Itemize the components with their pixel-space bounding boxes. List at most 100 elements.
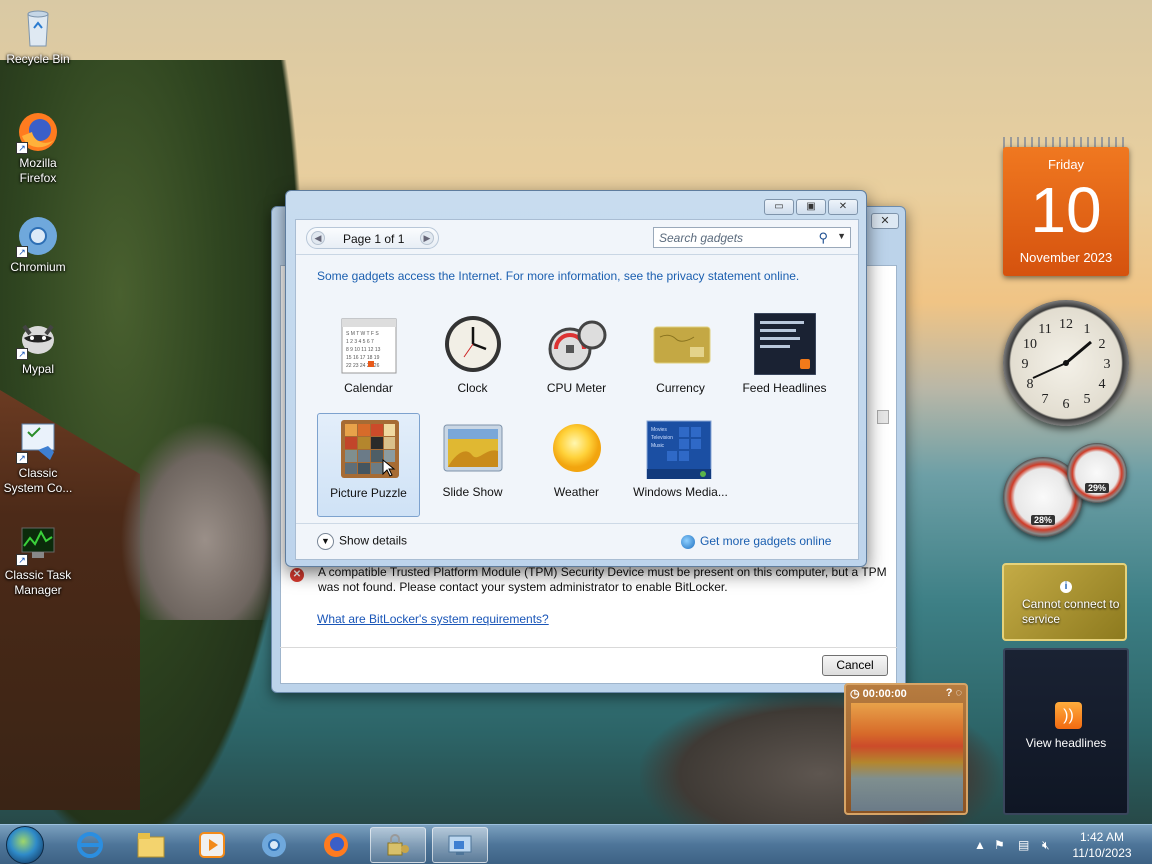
taskbar-internet-explorer[interactable] [62, 827, 118, 863]
desktop-icon-firefox[interactable]: ↗ Mozilla Firefox [2, 110, 74, 186]
rss-icon: )) [1055, 702, 1082, 729]
tray-clock[interactable]: 1:42 AM 11/10/2023 [1068, 829, 1136, 861]
gadget-cpu-meter[interactable]: CPU Meter [525, 309, 628, 413]
gadget-weather[interactable]: Weather [525, 413, 628, 517]
svg-text:22 23 24 25 26: 22 23 24 25 26 [346, 363, 380, 369]
calendar-weekday: Friday [1047, 157, 1085, 172]
calendar-day: 10 [1030, 174, 1102, 246]
get-more-gadgets-link[interactable]: Get more gadgets online [681, 534, 831, 549]
control-panel-icon: ↗ [16, 420, 60, 464]
currency-icon [650, 313, 712, 375]
chromium-icon: ↗ [16, 214, 60, 258]
memory-usage-dial: 29% [1067, 443, 1127, 503]
puzzle-tiles[interactable] [851, 703, 963, 811]
svg-text:1: 1 [1084, 322, 1091, 337]
network-icon[interactable]: ▤ [1018, 838, 1029, 852]
svg-text:3: 3 [1104, 357, 1111, 372]
desktop-icon-chromium[interactable]: ↗ Chromium [2, 214, 74, 275]
svg-text:6: 6 [1063, 397, 1070, 412]
gallery-content: ◀ Page 1 of 1 ▶ Search gadgets ⚲ ▼ Some … [295, 219, 859, 560]
desktop-icon-classic-system-control[interactable]: ↗ Classic System Co... [2, 420, 74, 496]
cancel-button[interactable]: Cancel [822, 655, 888, 676]
svg-text:Movies: Movies [651, 427, 667, 433]
media-player-icon [199, 832, 225, 858]
start-button[interactable] [6, 826, 44, 864]
divider [296, 523, 858, 524]
restore-button[interactable]: ▣ [796, 199, 826, 215]
puzzle-timer: ◷ 00:00:00 ? ◌ [850, 687, 962, 700]
desktop-icon-recycle-bin[interactable]: Recycle Bin [2, 6, 74, 67]
gadget-currency[interactable]: Currency [629, 309, 732, 413]
close-button[interactable]: ✕ [871, 213, 899, 229]
help-icon: ? ◌ [945, 687, 962, 699]
shortcut-arrow-icon: ↗ [16, 348, 28, 360]
internet-explorer-icon [77, 832, 103, 858]
cpu-meter-icon [546, 313, 608, 375]
clock-gadget[interactable]: 12 1 2 3 4 5 6 7 8 9 10 11 [1003, 300, 1129, 426]
gadget-clock[interactable]: Clock [421, 309, 524, 413]
firefox-icon [324, 833, 348, 857]
shortcut-arrow-icon: ↗ [16, 142, 28, 154]
privacy-notice[interactable]: Some gadgets access the Internet. For mo… [317, 269, 799, 283]
calendar-month-year: November 2023 [1019, 250, 1113, 265]
svg-text:11: 11 [1038, 322, 1051, 337]
gadget-slide-show[interactable]: Slide Show [421, 413, 524, 517]
shortcut-arrow-icon: ↗ [16, 452, 28, 464]
recycle-bin-icon [16, 6, 60, 50]
globe-icon [681, 534, 695, 549]
show-details-toggle[interactable]: ▼ Show details [317, 533, 407, 550]
svg-text:Music: Music [651, 443, 665, 449]
gadgets-icon [448, 835, 472, 855]
folder-icon [137, 833, 165, 858]
picture-puzzle-gadget[interactable]: ◷ 00:00:00 ? ◌ [844, 683, 968, 815]
svg-text:S M T W T F S: S M T W T F S [346, 331, 379, 337]
scrollbar-stub[interactable] [877, 410, 889, 424]
svg-text:8 9 10 11 12 13: 8 9 10 11 12 13 [346, 347, 381, 353]
taskbar-bitlocker[interactable] [370, 827, 426, 863]
info-icon: i [1060, 581, 1072, 593]
gadget-calendar[interactable]: S M T W T F S 1 2 3 4 5 6 7 8 9 10 11 12 1… [317, 309, 420, 413]
cpu-meter-gadget[interactable]: 28% 29% [1003, 443, 1129, 538]
next-page-button[interactable]: ▶ [420, 231, 434, 245]
currency-gadget[interactable]: i Cannot connect to service [1002, 563, 1127, 641]
volume-muted-icon[interactable]: 🔇︎ [1042, 838, 1050, 853]
chevron-down-icon: ▼ [317, 533, 334, 550]
wallpaper-rocks [120, 420, 290, 620]
taskbar-media-player[interactable] [184, 827, 240, 863]
gadget-windows-media-center[interactable]: Movies Television Music Windows Media... [629, 413, 732, 517]
svg-text:9: 9 [1022, 357, 1029, 372]
puzzle-icon [339, 418, 401, 480]
feed-headlines-gadget[interactable]: )) View headlines [1003, 648, 1129, 815]
show-hidden-icons-button[interactable]: ▲ [974, 838, 986, 852]
divider [280, 647, 897, 648]
desktop-icon-classic-task-manager[interactable]: ↗ Classic Task Manager [2, 522, 74, 598]
key-lock-icon [387, 834, 409, 856]
close-button[interactable]: ✕ [828, 199, 858, 215]
taskbar-chromium[interactable] [246, 827, 302, 863]
svg-text:4: 4 [1099, 377, 1106, 392]
gadget-picture-puzzle[interactable]: Picture Puzzle [317, 413, 420, 517]
raccoon-icon: ↗ [16, 316, 60, 360]
chromium-icon [262, 833, 286, 857]
search-icon[interactable]: ⚲ [818, 230, 828, 246]
taskbar-firefox[interactable] [308, 827, 364, 863]
svg-text:1 2 3 4 5 6 7: 1 2 3 4 5 6 7 [346, 339, 374, 345]
svg-text:7: 7 [1042, 392, 1049, 407]
search-gadgets-input[interactable]: Search gadgets ⚲ ▼ [653, 227, 851, 248]
calendar-icon: S M T W T F S 1 2 3 4 5 6 7 8 9 10 11 12 1… [338, 313, 400, 375]
minimize-button[interactable]: ▭ [764, 199, 794, 215]
svg-text:15 16 17 18 19: 15 16 17 18 19 [346, 355, 380, 361]
taskbar-gadget-gallery[interactable] [432, 827, 488, 863]
desktop-icon-mypal[interactable]: ↗ Mypal [2, 316, 74, 377]
feed-icon [753, 312, 817, 376]
action-center-icon[interactable]: ⚑ [994, 838, 1005, 852]
firefox-icon: ↗ [16, 110, 60, 154]
shortcut-arrow-icon: ↗ [16, 246, 28, 258]
taskbar-explorer[interactable] [123, 827, 179, 863]
prev-page-button[interactable]: ◀ [311, 231, 325, 245]
svg-text:12: 12 [1059, 317, 1073, 332]
gadget-feed-headlines[interactable]: Feed Headlines [733, 309, 836, 413]
chevron-down-icon[interactable]: ▼ [837, 231, 846, 241]
requirements-link[interactable]: What are BitLocker's system requirements… [317, 612, 549, 626]
calendar-gadget[interactable]: Friday 10 November 2023 [1003, 137, 1129, 276]
